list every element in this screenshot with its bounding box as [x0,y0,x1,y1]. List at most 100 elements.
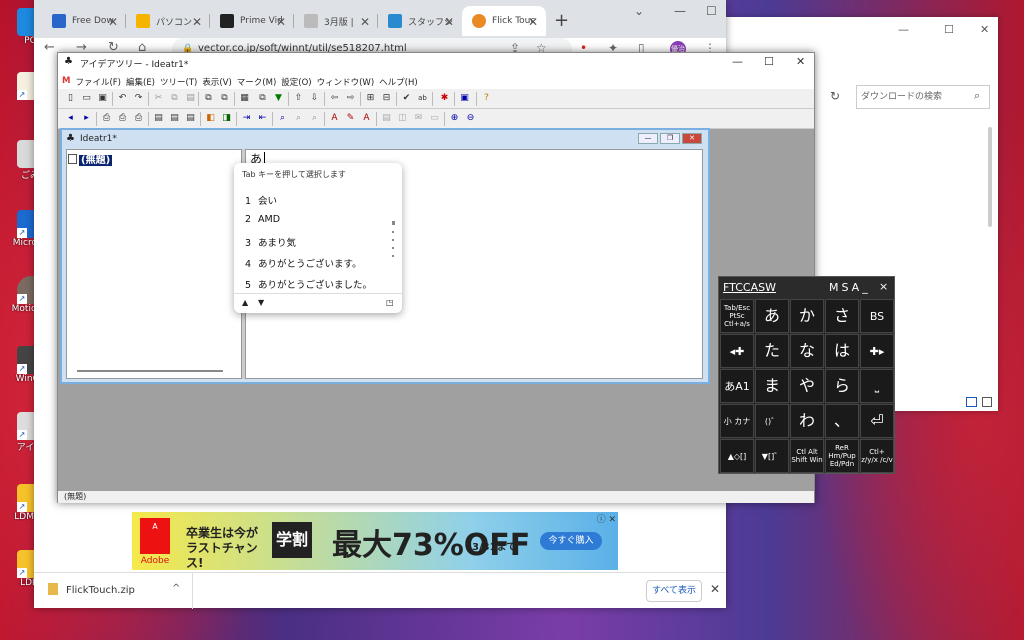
chevron-down-icon[interactable]: ⌄ [634,4,644,18]
check-icon[interactable]: ✔ [400,92,413,105]
download-item[interactable]: FlickTouch.zip [48,583,135,596]
key-cursor-right[interactable]: ✚▸ [860,334,894,368]
menu-window[interactable]: ウィンドウ(W) [317,73,380,89]
mode-indicator-left[interactable]: FTCCASW [723,281,776,294]
minimize-icon[interactable]: — [732,55,743,68]
key-bracket-down[interactable]: ▼[]゛ [755,439,789,473]
tree-pane[interactable]: (無題) [66,149,242,379]
search-icon[interactable]: ⌕ [276,112,289,125]
down-arrow-icon[interactable]: ⇩ [308,92,321,105]
tree-node[interactable]: (無題) [68,151,113,166]
tab-staff[interactable]: スタッフシ ✕ [378,6,462,36]
key-navigation[interactable]: ReR Hm/Pup Ed/Pdn [825,439,859,473]
candidate-item[interactable]: 2 AMD [245,214,280,225]
key-ra[interactable]: ら [825,369,859,403]
mode-indicator-right[interactable]: MSA_ [829,281,871,294]
collapse-icon[interactable]: ⊟ [380,92,393,105]
close-tab-icon[interactable]: ✕ [528,15,538,29]
attach-icon[interactable]: ▭ [428,112,441,125]
cut-icon[interactable]: ✂ [152,92,165,105]
delete-node-icon[interactable]: ▼ [272,92,285,105]
key-cursor-left[interactable]: ◂✚ [720,334,754,368]
key-wa[interactable]: わ [790,404,824,438]
window-icon[interactable]: ▣ [458,92,471,105]
key-ma[interactable]: ま [755,369,789,403]
details-view-icon[interactable] [966,397,977,407]
page-down-icon[interactable]: ▼ [258,298,264,307]
maximize-icon[interactable]: ☐ [706,4,717,18]
refresh-icon[interactable]: ↻ [830,89,840,103]
maximize-icon[interactable]: ☐ [764,55,774,68]
help-icon[interactable]: ? [480,92,493,105]
key-tab-esc[interactable]: Tab/Esc PtSc Ctl+a/s [720,299,754,333]
layout-3-icon[interactable]: ▤ [184,112,197,125]
key-na[interactable]: な [790,334,824,368]
layout-1-icon[interactable]: ▤ [152,112,165,125]
up-arrow-icon[interactable]: ⇧ [292,92,305,105]
close-ad-icon[interactable]: ⓘ ✕ [597,512,616,525]
close-icon[interactable]: ✕ [682,133,702,144]
menu-help[interactable]: ヘルプ(H) [379,73,423,89]
key-ha[interactable]: は [825,334,859,368]
zoom-out-icon[interactable]: ⊖ [464,112,477,125]
key-bracket-up[interactable]: ▲◇[] [720,439,754,473]
next-icon[interactable]: ▸ [80,112,93,125]
tab-free-download[interactable]: Free Dow ✕ [42,6,126,36]
tab-flick-touch[interactable]: Flick Touc ✕ [462,6,546,36]
open-folder-icon[interactable]: ▭ [80,92,93,105]
key-ctrl-shortcuts[interactable]: Ctl+ z/y/x /c/v [860,439,894,473]
key-dakuten[interactable]: ()゛ [755,404,789,438]
key-enter[interactable]: ⏎ [860,404,894,438]
buy-now-button[interactable]: 今すぐ購入 [540,532,602,550]
key-ta[interactable]: た [755,334,789,368]
key-a[interactable]: あ [755,299,789,333]
chevron-up-icon[interactable]: ^ [172,583,180,594]
key-modifiers[interactable]: Ctl Alt Shift Win [790,439,824,473]
tree-view-icon[interactable]: ◨ [220,112,233,125]
print-preview-icon[interactable]: ⎙ [116,112,129,125]
new-tab-button[interactable]: + [554,10,569,31]
menu-tree[interactable]: ツリー(T) [160,73,202,89]
page-up-icon[interactable]: ▲ [242,298,248,307]
insert-icon[interactable]: ⧉ [256,92,269,105]
key-comma[interactable]: 、 [825,404,859,438]
comment-icon[interactable]: ◫ [396,112,409,125]
expand-candidates-icon[interactable]: ◳ [386,298,394,307]
mark-icon[interactable]: ✱ [438,92,451,105]
maximize-icon[interactable]: ☐ [944,23,954,36]
expand-icon[interactable]: ⊞ [364,92,377,105]
close-tab-icon[interactable]: ✕ [360,15,370,29]
tab-pasokon[interactable]: パソコン - ✕ [126,6,210,36]
close-icon[interactable]: ✕ [796,55,805,68]
minimize-icon[interactable]: — [638,133,658,144]
undo-icon[interactable]: ↶ [116,92,129,105]
copy-node-icon[interactable]: ⧉ [202,92,215,105]
scrollbar[interactable] [988,127,992,227]
minimize-icon[interactable]: — [674,4,686,18]
paste-icon[interactable]: ▤ [184,92,197,105]
layout-2-icon[interactable]: ▤ [168,112,181,125]
chart-icon[interactable]: ▦ [238,92,251,105]
search-next-icon[interactable]: ⌕ [292,112,305,125]
key-backspace[interactable]: BS [860,299,894,333]
redo-icon[interactable]: ↷ [132,92,145,105]
key-sa[interactable]: さ [825,299,859,333]
copy-icon[interactable]: ⧉ [168,92,181,105]
close-icon[interactable]: ✕ [980,23,989,36]
scroll-indicator[interactable] [392,221,395,257]
close-tab-icon[interactable]: ✕ [192,15,202,29]
show-all-button[interactable]: すべて表示 [646,580,702,602]
key-small-kana[interactable]: 小 カナ [720,404,754,438]
zoom-in-icon[interactable]: ⊕ [448,112,461,125]
search-icon[interactable]: ⌕ [974,89,980,103]
menu-edit[interactable]: 編集(E) [126,73,160,89]
key-mode[interactable]: あA1 [720,369,754,403]
menu-view[interactable]: 表示(V) [202,73,236,89]
search-prev-icon[interactable]: ⌕ [308,112,321,125]
restore-icon[interactable]: ❐ [660,133,680,144]
close-icon[interactable]: ✕ [710,582,720,596]
tab-prime-video[interactable]: Prime Vid ✕ [210,6,294,36]
search-input[interactable]: ダウンロードの検索 [856,85,990,109]
split-view-icon[interactable]: ◧ [204,112,217,125]
print-icon[interactable]: ⎙ [100,112,113,125]
